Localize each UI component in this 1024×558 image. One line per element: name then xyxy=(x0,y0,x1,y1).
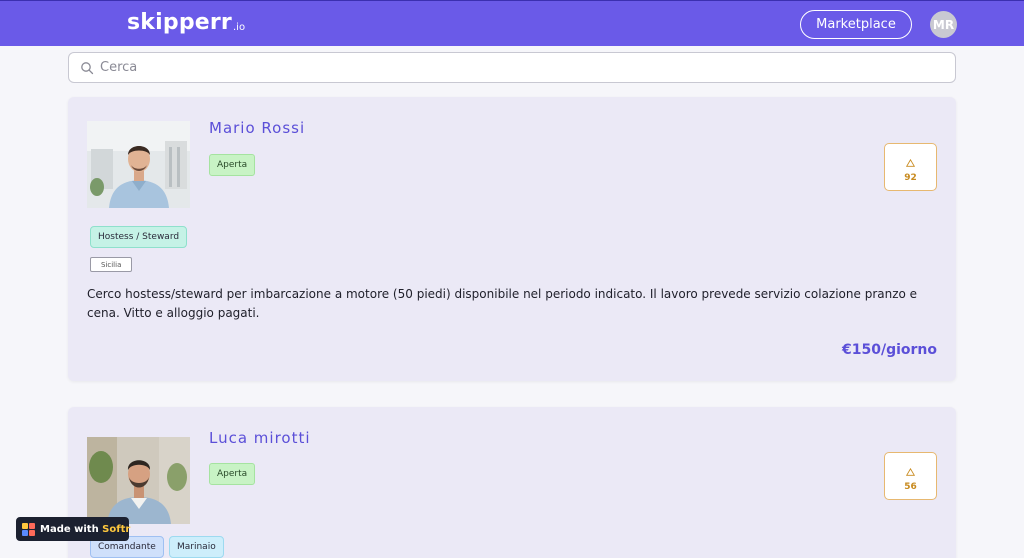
softr-logo-icon xyxy=(22,522,35,536)
triangle-up-icon xyxy=(905,461,916,480)
search-input[interactable] xyxy=(100,55,940,80)
softr-badge-brand: Softr xyxy=(102,523,131,535)
role-tag: Hostess / Steward xyxy=(90,226,188,248)
logo-tld: .io xyxy=(232,22,246,33)
listing-card[interactable]: Luca mirotti Aperta 56 Comandante Marina… xyxy=(68,407,956,558)
search-icon xyxy=(80,61,94,75)
search-bar xyxy=(68,52,956,83)
triangle-up-icon xyxy=(905,152,916,171)
listing-card[interactable]: Mario Rossi Aperta 92 Hostess / Steward … xyxy=(68,97,956,381)
listing-name[interactable]: Mario Rossi xyxy=(209,119,305,137)
user-avatar[interactable]: MR xyxy=(930,11,957,38)
score-value: 56 xyxy=(904,481,917,492)
profile-photo xyxy=(87,437,190,524)
status-badge: Aperta xyxy=(209,154,256,176)
softr-badge-text: Made with Softr xyxy=(40,524,130,535)
profile-photo xyxy=(87,121,190,208)
listing-price: €150/giorno xyxy=(841,342,937,358)
logo-wordmark: skipperr xyxy=(127,10,232,35)
skipperr-logo[interactable]: skipperr .io xyxy=(127,10,245,36)
marketplace-button[interactable]: Marketplace xyxy=(800,10,912,39)
location-tag: Sicilia xyxy=(90,257,133,272)
listing-name[interactable]: Luca mirotti xyxy=(209,429,311,447)
role-tag: Marinaio xyxy=(169,536,224,558)
score-value: 92 xyxy=(904,172,917,183)
softr-badge-prefix: Made with xyxy=(40,523,103,535)
score-box[interactable]: 56 xyxy=(884,452,937,500)
top-navbar: skipperr .io Marketplace MR xyxy=(0,0,1024,46)
status-badge: Aperta xyxy=(209,463,256,485)
made-with-softr-badge[interactable]: Made with Softr xyxy=(16,517,130,541)
listing-description: Cerco hostess/steward per imbarcazione a… xyxy=(87,287,918,320)
score-box[interactable]: 92 xyxy=(884,143,937,191)
